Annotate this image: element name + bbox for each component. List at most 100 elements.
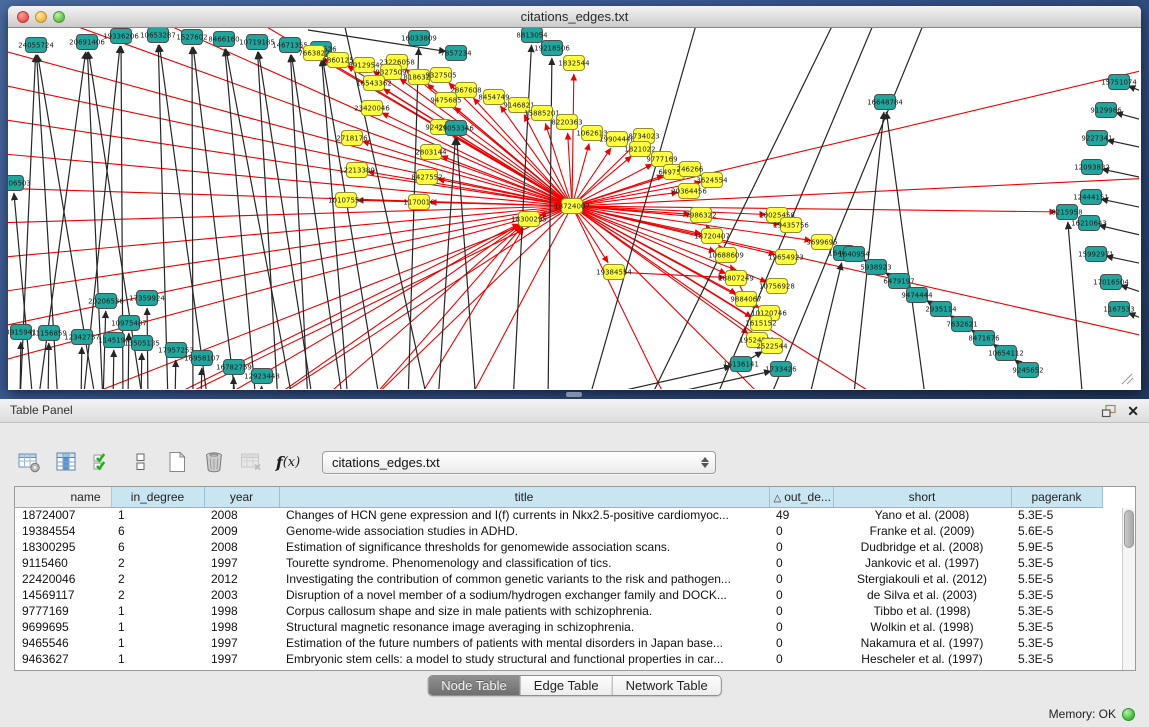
select-columns-icon[interactable] [90, 449, 116, 475]
table-cell: 6 [111, 539, 204, 555]
status-bar: Memory: OK [0, 700, 1149, 727]
graph-edge [233, 377, 234, 389]
table-row[interactable]: 977716911998Corpus callosum shape and si… [15, 603, 1102, 619]
table-cell: Investigating the contribution of common… [279, 571, 769, 587]
graph-node-label: 19336206 [103, 32, 139, 40]
network-svg[interactable]: 2405572420691406193362061065328715276028… [8, 28, 1139, 389]
node-table[interactable]: namein_degreeyeartitle△out_de...shortpag… [14, 486, 1136, 671]
graph-edge [322, 59, 348, 389]
column-header-name[interactable]: name [15, 487, 111, 507]
graph-edge [572, 148, 611, 206]
table-row[interactable]: 1938455462009Genome-wide association stu… [15, 523, 1102, 539]
delete-table-icon[interactable] [201, 449, 227, 475]
graph-node-label: 1167533 [1103, 305, 1134, 313]
graph-node-label: 19218506 [534, 44, 570, 52]
graph-edge [572, 206, 668, 389]
tab-edge-table[interactable]: Edge Table [521, 676, 613, 695]
table-cell: 2 [111, 571, 204, 587]
graph-node-label: 15751074 [1101, 78, 1137, 86]
table-row[interactable]: 946362711997Embryonic stem cells: a mode… [15, 651, 1102, 667]
table-cell: 49 [769, 507, 833, 523]
graph-node-label: 9474444 [901, 291, 933, 299]
graph-node-label: 10688609 [708, 251, 744, 259]
table-cell: de Silva et al. (2003) [833, 587, 1011, 603]
table-panel-title: Table Panel [10, 403, 73, 417]
table-settings-icon[interactable] [16, 449, 42, 475]
table-cell: 9463627 [15, 651, 111, 667]
graph-node-label: 9777169 [646, 155, 677, 163]
memory-status-label: Memory: OK [1049, 707, 1116, 721]
table-row[interactable]: 1872400712008Changes of HCN gene express… [15, 507, 1102, 523]
graph-edge [113, 350, 114, 389]
table-cell: 1997 [204, 555, 279, 571]
graph-node-label: 9245652 [1012, 366, 1043, 374]
graph-node-label: 2935114 [925, 305, 957, 313]
table-scrollbar-thumb[interactable] [1124, 510, 1134, 548]
close-panel-icon[interactable]: ✕ [1127, 404, 1139, 418]
splitter-handle[interactable] [566, 392, 582, 397]
graph-edge [81, 347, 82, 389]
table-cell: Genome-wide association studies in ADHD. [279, 523, 769, 539]
node-table-grid: namein_degreeyeartitle△out_de...shortpag… [15, 487, 1103, 667]
table-cell: 2003 [204, 587, 279, 603]
table-cell: 18300295 [15, 539, 111, 555]
table-row[interactable]: 911546021997Tourette syndrome. Phenomeno… [15, 555, 1102, 571]
graph-node-label: 9475685 [430, 96, 461, 104]
graph-node-label: 3624554 [696, 176, 728, 184]
table-cell: 1 [111, 619, 204, 635]
table-cell: Estimation of the future numbers of pati… [279, 635, 769, 651]
zoom-window-icon[interactable] [53, 11, 65, 23]
table-row[interactable]: 1456911722003Disruption of a novel membe… [15, 587, 1102, 603]
rows-icon[interactable] [127, 449, 153, 475]
column-header-out_de[interactable]: △out_de... [769, 487, 833, 507]
table-row[interactable]: 1830029562008Estimation of significance … [15, 539, 1102, 555]
new-table-icon[interactable] [164, 449, 190, 475]
column-header-in_degree[interactable]: in_degree [111, 487, 204, 507]
memory-status-icon[interactable] [1122, 708, 1135, 721]
table-cell: 5.3E-5 [1011, 651, 1102, 667]
graph-node-label: 16782759 [216, 363, 252, 371]
table-scrollbar[interactable] [1122, 508, 1135, 670]
column-header-year[interactable]: year [204, 487, 279, 507]
graph-node-label: 2522544 [756, 342, 788, 350]
column-header-pagerank[interactable]: pagerank [1011, 487, 1102, 507]
table-row[interactable]: 2242004622012Investigating the contribut… [15, 571, 1102, 587]
table-cell: 0 [769, 635, 833, 651]
graph-node-label: 16136141 [723, 360, 759, 368]
column-header-title[interactable]: title [279, 487, 769, 507]
network-canvas[interactable]: 2405572420691406193362061065328715276028… [8, 28, 1139, 389]
dropdown-stepper-icon [701, 457, 709, 468]
float-panel-icon[interactable] [1101, 404, 1117, 418]
network-window[interactable]: citations_edges.txt 24055724 206914061933… [8, 6, 1141, 390]
table-cell: 9115460 [15, 555, 111, 571]
graph-node-label: 18720407 [694, 232, 730, 240]
show-column-icon[interactable] [53, 449, 79, 475]
table-cell: 1 [111, 635, 204, 651]
graph-node-label: 19435756 [773, 221, 809, 229]
network-window-titlebar[interactable]: citations_edges.txt [8, 6, 1141, 28]
close-window-icon[interactable] [17, 11, 29, 23]
function-builder-icon[interactable]: f(x) [275, 449, 301, 475]
table-cell: 1998 [204, 619, 279, 635]
graph-node-label: 17016504 [1093, 278, 1129, 286]
graph-node-label: 10756928 [759, 282, 795, 290]
table-row[interactable]: 969969511998Structural magnetic resonanc… [15, 619, 1102, 635]
graph-node-label: 20691406 [69, 38, 105, 46]
table-select-dropdown[interactable]: citations_edges.txt [322, 451, 716, 474]
table-row[interactable]: 946554611997Estimation of the future num… [15, 635, 1102, 651]
table-cell: 5.6E-5 [1011, 523, 1102, 539]
column-header-short[interactable]: short [833, 487, 1011, 507]
graph-node-label: 24055724 [18, 41, 54, 49]
tab-node-table[interactable]: Node Table [428, 676, 521, 695]
table-cell: 9699695 [15, 619, 111, 635]
table-cell: 0 [769, 603, 833, 619]
graph-node-label: 8734023 [628, 132, 659, 140]
table-cell: 2 [111, 587, 204, 603]
graph-node-label: 9327505 [425, 71, 456, 79]
graph-node-label: 10653287 [140, 31, 176, 39]
minimize-window-icon[interactable] [35, 11, 47, 23]
graph-node-label: 8427552 [411, 173, 442, 181]
tab-network-table[interactable]: Network Table [613, 676, 721, 695]
graph-node-label: 2718176 [336, 134, 368, 142]
canvas-resize-grip[interactable] [1122, 374, 1133, 384]
